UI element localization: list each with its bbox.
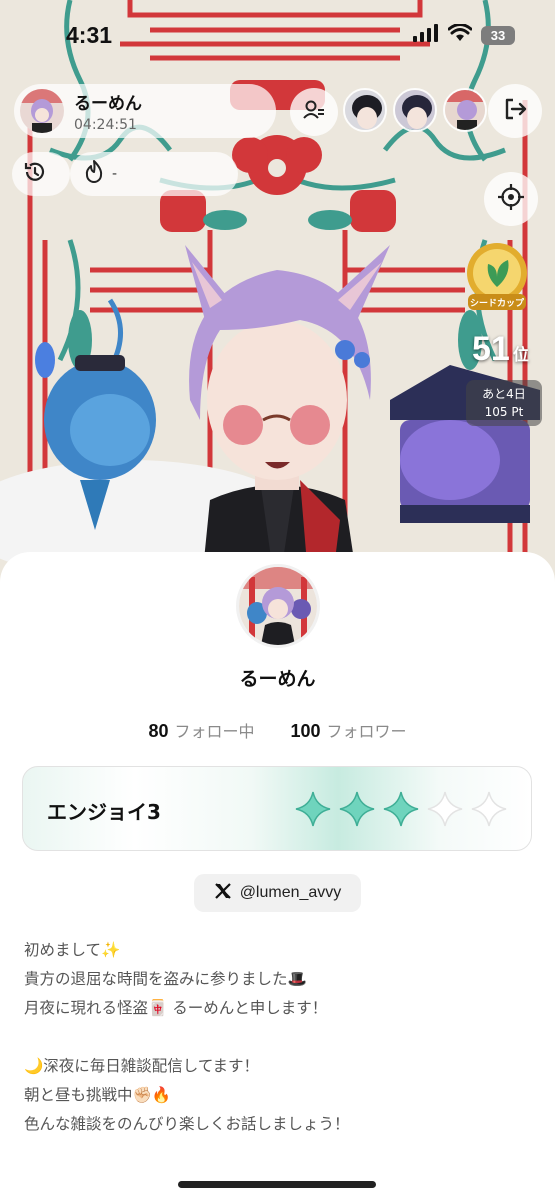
level-card[interactable]: エンジョイ3 xyxy=(22,766,532,851)
x-handle: @lumen_avvy xyxy=(239,884,342,901)
home-indicator[interactable] xyxy=(178,1181,376,1188)
stream-elapsed-time: 04:24:51 xyxy=(74,117,137,133)
bio-line: 色んな雑談をのんびり楽しくお話しましょう！ xyxy=(24,1115,350,1133)
x-account-link[interactable]: @lumen_avvy xyxy=(194,874,361,912)
diamond-star-icon xyxy=(383,791,419,827)
level-stars xyxy=(295,791,507,827)
profile-name: るーめん xyxy=(239,668,316,690)
history-button[interactable] xyxy=(12,152,70,196)
flame-count: - xyxy=(112,166,118,182)
flame-icon xyxy=(82,159,106,189)
viewer-avatar-1[interactable] xyxy=(343,88,387,132)
cup-label: シードカップ xyxy=(470,297,525,309)
followers-label: フォロワー xyxy=(326,722,407,741)
bio-line: 朝と昼も挑戦中✊🏻🔥 xyxy=(24,1086,172,1104)
battery-indicator: 33 xyxy=(481,25,515,45)
bio-line: 月夜に現れる怪盗🀄 るーめんと申します！ xyxy=(24,999,328,1017)
status-time: 4:31 xyxy=(66,22,113,48)
level-label: エンジョイ3 xyxy=(47,800,161,824)
bio-line: 貴方の退屈な時間を盗みに参りました🎩 xyxy=(24,970,307,988)
diamond-star-icon xyxy=(295,791,331,827)
bio-line: 🌙深夜に毎日雑談配信してます！ xyxy=(24,1057,260,1075)
followers-stat[interactable]: 100 フォロワー xyxy=(290,718,406,742)
bio-line: 初めまして✨ xyxy=(24,941,121,959)
exit-icon xyxy=(502,96,528,126)
follow-stats: 80 フォロー中 100 フォロワー xyxy=(0,718,555,742)
target-icon xyxy=(497,183,525,215)
remaining-days: あと4日 xyxy=(482,387,526,401)
x-logo-icon xyxy=(214,882,232,905)
following-stat[interactable]: 80 フォロー中 xyxy=(148,718,254,742)
remaining-box: あと4日 105 Pt xyxy=(466,380,542,426)
history-icon xyxy=(22,159,48,189)
following-label: フォロー中 xyxy=(174,722,255,741)
profile-bio: 初めまして✨ 貴方の退屈な時間を盗みに参りました🎩 月夜に現れる怪盗🀄 るーめんと申… xyxy=(24,936,534,1139)
following-count: 80 xyxy=(148,721,169,741)
rank-number: 51 xyxy=(472,330,510,368)
host-info-pill[interactable]: るーめん 04:24:51 xyxy=(14,84,276,138)
bio-line xyxy=(24,1023,534,1052)
signal-icon xyxy=(413,24,439,46)
status-bar: 4:31 33 xyxy=(0,0,555,70)
diamond-star-icon xyxy=(471,791,507,827)
seed-cup-badge[interactable]: シードカップ xyxy=(464,242,530,316)
follow-user-button[interactable] xyxy=(290,88,338,136)
points-value: 105 Pt xyxy=(484,405,524,419)
flame-counter-pill[interactable]: - xyxy=(70,152,238,196)
exit-stream-button[interactable] xyxy=(488,84,542,138)
followers-count: 100 xyxy=(290,721,321,741)
host-avatar xyxy=(20,89,64,133)
rank-display: 51 位 xyxy=(472,330,529,369)
viewer-avatar-2[interactable] xyxy=(393,88,437,132)
add-user-icon xyxy=(302,98,326,126)
diamond-star-icon xyxy=(339,791,375,827)
host-name: るーめん xyxy=(74,94,142,114)
viewer-avatar-3[interactable] xyxy=(443,88,487,132)
diamond-star-icon xyxy=(427,791,463,827)
rank-unit: 位 xyxy=(512,345,529,364)
status-icons: 33 xyxy=(413,23,515,46)
profile-avatar[interactable] xyxy=(236,564,320,648)
target-button[interactable] xyxy=(484,172,538,226)
wifi-icon xyxy=(447,23,473,46)
